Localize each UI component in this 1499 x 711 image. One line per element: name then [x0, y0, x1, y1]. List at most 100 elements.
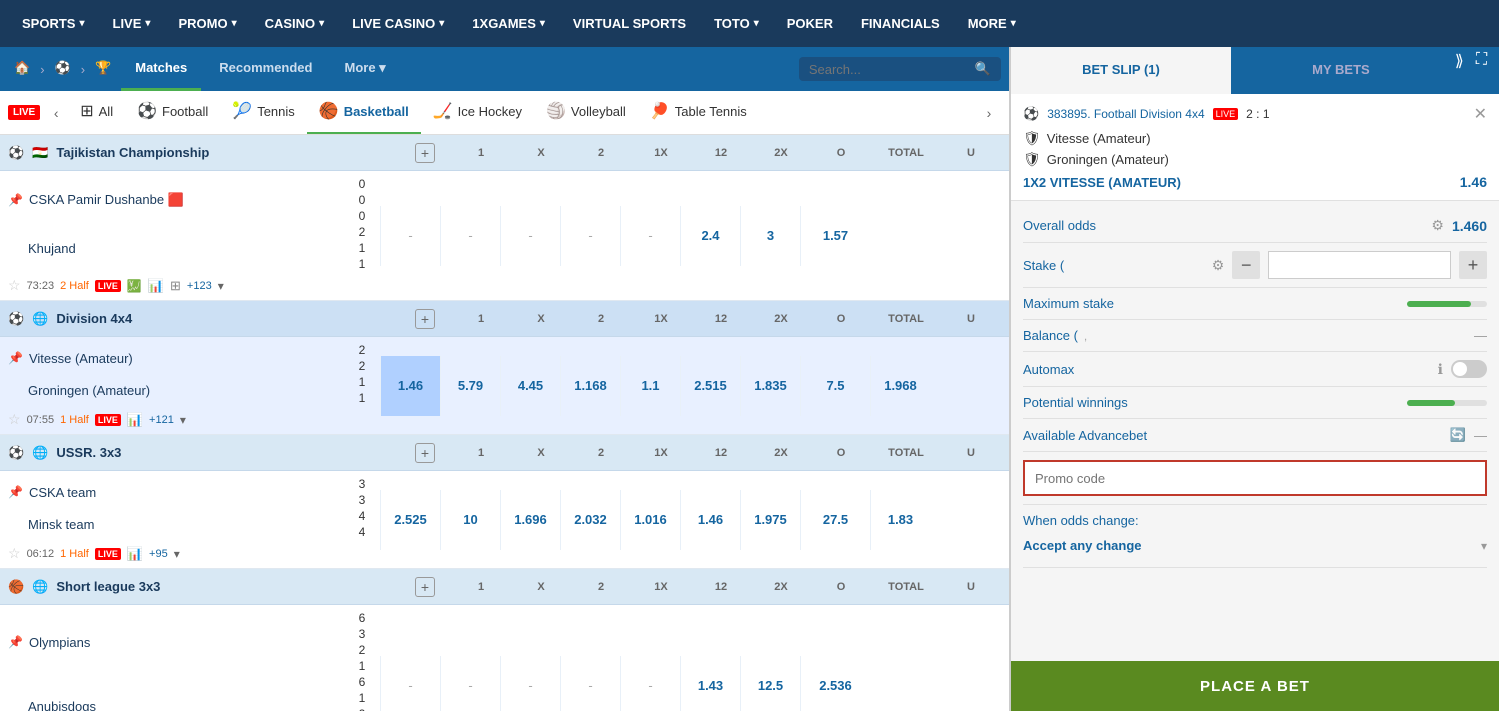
odd-2x[interactable]: 2.4 — [680, 206, 740, 266]
tab-tennis[interactable]: 🎾 Tennis — [220, 91, 307, 135]
odd-x-ussr[interactable]: 10 — [440, 490, 500, 550]
nav-casino[interactable]: CASINO ▾ — [253, 0, 337, 47]
tab-volleyball[interactable]: 🏐 Volleyball — [534, 91, 638, 135]
add-short-button[interactable]: + — [415, 577, 435, 597]
nav-promo[interactable]: PROMO ▾ — [166, 0, 248, 47]
more-bets[interactable]: +123 — [187, 280, 212, 292]
odd-o[interactable]: 3 — [740, 206, 800, 266]
favorite-star-icon[interactable]: ☆ — [8, 277, 21, 294]
odd-1[interactable]: - — [380, 206, 440, 266]
odd-o-div[interactable]: 1.835 — [740, 356, 800, 416]
next-sport-arrow[interactable]: › — [977, 91, 1001, 135]
odd-12-short[interactable]: - — [620, 656, 680, 711]
col-header-2x: 2X — [751, 147, 811, 159]
tab-my-bets[interactable]: MY BETS — [1231, 47, 1451, 94]
tab-basketball[interactable]: 🏀 Basketball — [307, 91, 421, 135]
stats-icon-ussr[interactable]: 📊 — [127, 546, 143, 562]
table-tennis-icon: 🏓 — [650, 101, 670, 121]
odd-1x[interactable]: - — [560, 206, 620, 266]
odd-u-ussr[interactable]: 1.83 — [870, 490, 930, 550]
odd-1-div[interactable]: 1.46 — [380, 356, 440, 416]
tab-bet-slip[interactable]: BET SLIP (1) — [1011, 47, 1231, 94]
nav-poker[interactable]: POKER — [775, 0, 845, 47]
expand-icon-ussr[interactable]: ▾ — [174, 547, 180, 561]
odd-2[interactable]: - — [500, 206, 560, 266]
nav-financials[interactable]: FINANCIALS — [849, 0, 952, 47]
odd-2-div[interactable]: 4.45 — [500, 356, 560, 416]
grid-icon[interactable]: ⊞ — [170, 278, 181, 294]
odd-12-div[interactable]: 1.1 — [620, 356, 680, 416]
breadcrumb-home[interactable]: 🏠 — [8, 47, 36, 91]
nav-more[interactable]: MORE ▾ — [956, 0, 1028, 47]
search-input[interactable] — [809, 62, 969, 77]
odd-12[interactable]: - — [620, 206, 680, 266]
automax-toggle[interactable] — [1451, 360, 1487, 378]
fullscreen-icon[interactable]: ⛶ — [1472, 47, 1491, 94]
odd-2-ussr[interactable]: 1.696 — [500, 490, 560, 550]
odd-2x-short[interactable]: 1.43 — [680, 656, 740, 711]
odd-1x-ussr[interactable]: 2.032 — [560, 490, 620, 550]
search-icon[interactable]: 🔍 — [975, 61, 991, 77]
nav-1xgames[interactable]: 1XGAMES ▾ — [460, 0, 557, 47]
odd-u-div[interactable]: 1.968 — [870, 356, 930, 416]
score-away-ussr: 4 4 — [352, 509, 372, 539]
add-ussr-button[interactable]: + — [415, 443, 435, 463]
odd-x[interactable]: - — [440, 206, 500, 266]
tab-recommended[interactable]: Recommended — [205, 47, 326, 91]
breadcrumb-trophy[interactable]: 🏆 — [89, 47, 117, 91]
odd-2-short[interactable]: - — [500, 656, 560, 711]
close-bet-button[interactable]: ✕ — [1474, 104, 1487, 124]
tab-football[interactable]: ⚽ Football — [125, 91, 220, 135]
odd-2x-div[interactable]: 2.515 — [680, 356, 740, 416]
breadcrumb-ball[interactable]: ⚽ — [49, 47, 77, 91]
stats-icon-div[interactable]: 📊 — [127, 412, 143, 428]
odd-o-ussr[interactable]: 1.975 — [740, 490, 800, 550]
advancebet-refresh-icon[interactable]: 🔄 — [1450, 427, 1466, 443]
odd-total-div[interactable]: 7.5 — [800, 356, 870, 416]
nav-virtual-sports[interactable]: VIRTUAL SPORTS — [561, 0, 698, 47]
place-bet-button[interactable]: PLACE A BET — [1011, 661, 1499, 711]
tab-all[interactable]: ⊞ All — [68, 91, 125, 135]
nav-sports[interactable]: SPORTS ▾ — [10, 0, 97, 47]
accept-change-chevron-icon[interactable]: ▾ — [1481, 539, 1487, 553]
stake-minus-button[interactable]: − — [1232, 251, 1260, 279]
odd-o-short[interactable]: 12.5 — [740, 656, 800, 711]
odd-1-ussr[interactable]: 2.525 — [380, 490, 440, 550]
odd-total-short[interactable]: 2.536 — [800, 656, 870, 711]
favorite-star-icon-ussr[interactable]: ☆ — [8, 545, 21, 562]
odd-x-short[interactable]: - — [440, 656, 500, 711]
odd-total[interactable]: 1.57 — [800, 206, 870, 266]
odd-1-short[interactable]: - — [380, 656, 440, 711]
expand-icon-div[interactable]: ▾ — [180, 413, 186, 427]
nav-live[interactable]: LIVE ▾ — [101, 0, 163, 47]
accept-any-change-row[interactable]: Accept any change ▾ — [1023, 532, 1487, 559]
add-league-button[interactable]: + — [415, 143, 435, 163]
stake-plus-button[interactable]: + — [1459, 251, 1487, 279]
odd-2x-ussr[interactable]: 1.46 — [680, 490, 740, 550]
odd-1x-div[interactable]: 1.168 — [560, 356, 620, 416]
nav-toto[interactable]: TOTO ▾ — [702, 0, 771, 47]
stake-gear-icon[interactable]: ⚙ — [1212, 257, 1225, 274]
favorite-star-icon-div[interactable]: ☆ — [8, 411, 21, 428]
tab-matches[interactable]: Matches — [121, 47, 201, 91]
search-box[interactable]: 🔍 — [799, 57, 1001, 81]
odd-x-div[interactable]: 5.79 — [440, 356, 500, 416]
stake-input[interactable] — [1268, 251, 1451, 279]
nav-live-casino[interactable]: LIVE CASINO ▾ — [340, 0, 456, 47]
odd-1x-short[interactable]: - — [560, 656, 620, 711]
odds-gear-icon[interactable]: ⚙ — [1431, 217, 1444, 234]
expand-icon[interactable]: ▾ — [218, 279, 224, 293]
promo-code-input[interactable] — [1023, 460, 1487, 496]
stats-bar-icon[interactable]: 📊 — [148, 278, 164, 294]
prev-sport-arrow[interactable]: ‹ — [44, 91, 68, 135]
odd-total-ussr[interactable]: 27.5 — [800, 490, 870, 550]
odd-12-ussr[interactable]: 1.016 — [620, 490, 680, 550]
tab-ice-hockey[interactable]: 🏒 Ice Hockey — [421, 91, 534, 135]
more-bets-ussr[interactable]: +95 — [149, 548, 168, 560]
expand-arrows-icon[interactable]: ⟫ — [1451, 47, 1468, 94]
automax-info-icon[interactable]: ℹ — [1438, 361, 1443, 378]
add-division-button[interactable]: + — [415, 309, 435, 329]
tab-table-tennis[interactable]: 🏓 Table Tennis — [638, 91, 759, 135]
more-bets-div[interactable]: +121 — [149, 414, 174, 426]
tab-more[interactable]: More ▾ — [330, 47, 399, 91]
